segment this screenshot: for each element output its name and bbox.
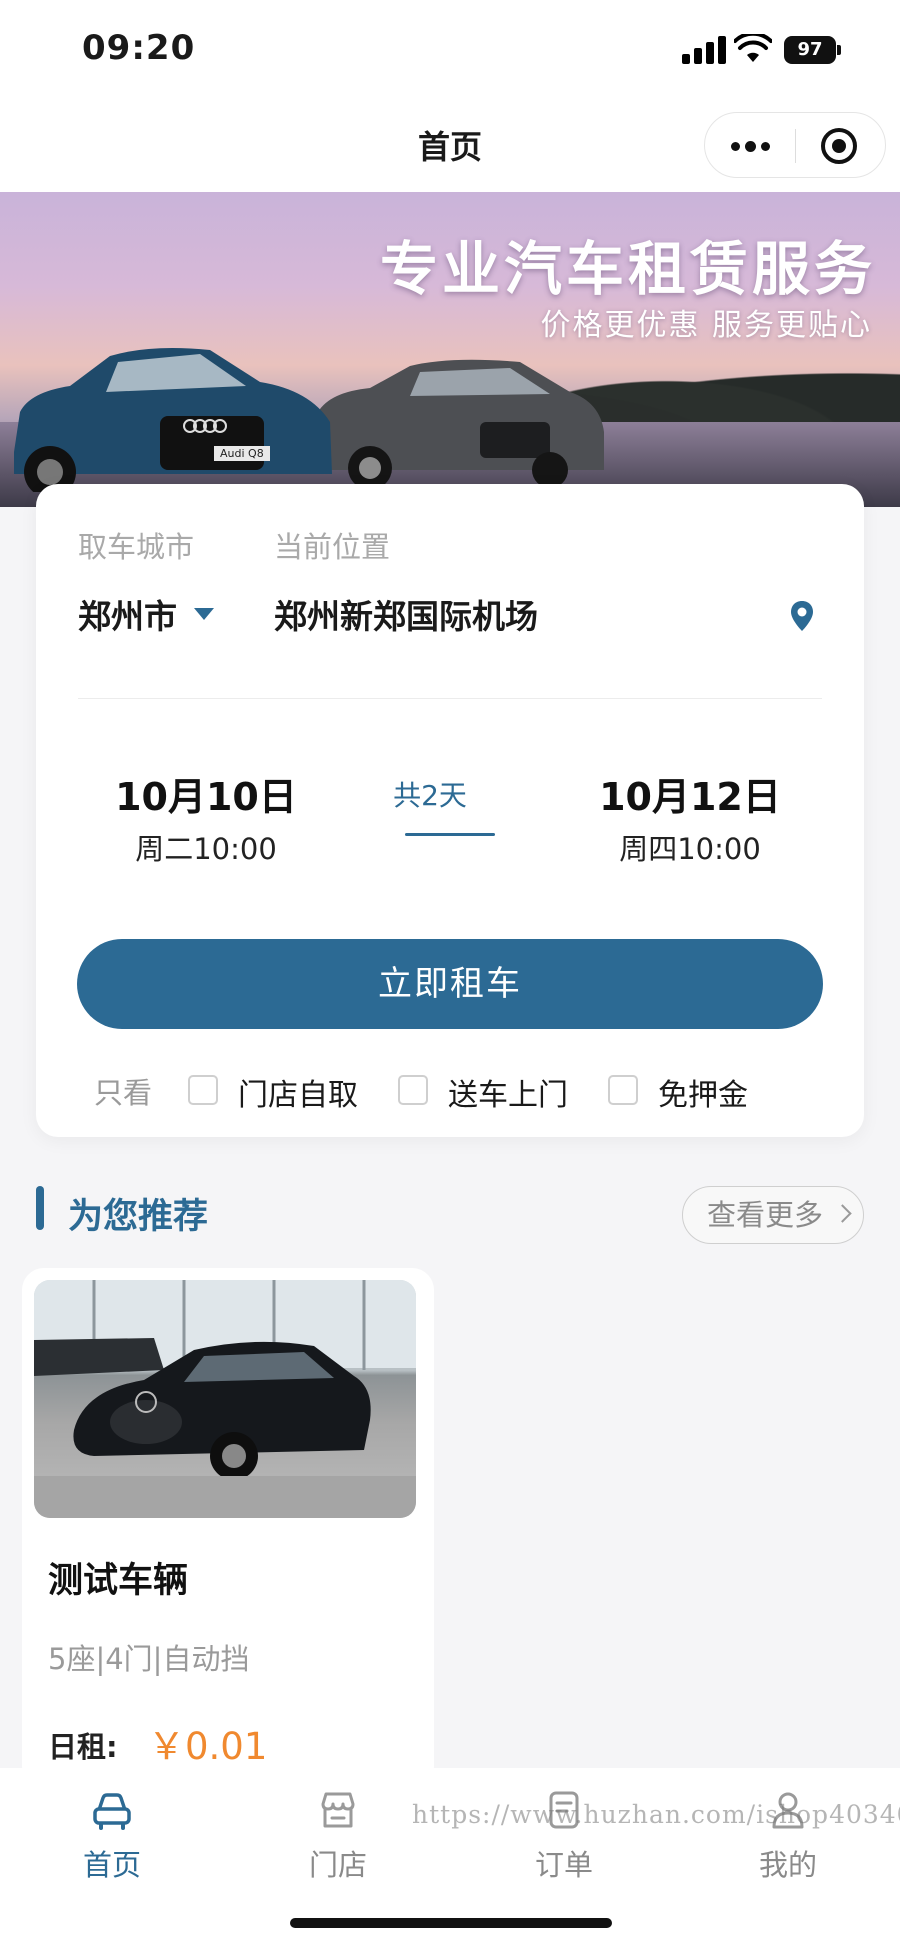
nav-bar: 首页: [0, 100, 900, 192]
car-name: 测试车辆: [48, 1561, 189, 1601]
more-icon[interactable]: [705, 113, 795, 179]
car-photo: [34, 1280, 416, 1518]
booking-card: 取车城市 当前位置 郑州市 郑州新郑国际机场 10月10日 周二10:00 共2…: [36, 484, 864, 1137]
capsule-divider: [795, 129, 796, 163]
banner-title: 专业汽车租赁服务: [379, 235, 876, 303]
watermark: https://www.huzhan.com/ishop40340: [412, 1800, 900, 1829]
status-bar: 09:20 97: [0, 0, 900, 100]
tab-home[interactable]: 首页: [32, 1790, 192, 1884]
blue-suv-image: [14, 348, 332, 492]
recommend-title: 为您推荐: [68, 1197, 209, 1237]
battery-level: 97: [784, 36, 836, 64]
tab-store-label: 门店: [308, 1848, 367, 1882]
duration-underline: [405, 833, 495, 836]
tab-store[interactable]: 门店: [258, 1790, 418, 1884]
gray-suv-image: [310, 359, 604, 490]
return-time[interactable]: 周四10:00: [580, 826, 800, 868]
tab-mine-label: 我的: [758, 1848, 817, 1882]
pickup-location[interactable]: 郑州新郑国际机场: [274, 590, 538, 638]
pickup-city-label: 取车城市: [78, 530, 195, 564]
car-icon: [93, 1793, 131, 1830]
caret-down-icon[interactable]: [194, 608, 214, 620]
section-accent-bar: [36, 1186, 44, 1230]
car-card[interactable]: 测试车辆 5座|4门|自动挡 日租: ￥0.01: [22, 1268, 434, 1788]
card-divider: [78, 698, 822, 699]
pickup-time[interactable]: 周二10:00: [96, 826, 316, 868]
battery-icon: 97: [784, 36, 841, 64]
pickup-city-select[interactable]: 郑州市: [78, 590, 177, 638]
filter-checkbox-store-pickup[interactable]: [188, 1075, 218, 1105]
wifi-icon: [734, 34, 772, 62]
filter-delivery-label[interactable]: 送车上门: [448, 1070, 568, 1114]
miniprogram-capsule: [704, 112, 886, 178]
return-date[interactable]: 10月12日: [580, 766, 800, 821]
filter-store-pickup-label[interactable]: 门店自取: [238, 1070, 358, 1114]
daily-rent-price: ￥0.01: [148, 1725, 268, 1768]
tab-orders-label: 订单: [534, 1848, 593, 1882]
view-more-button[interactable]: 查看更多: [682, 1186, 864, 1244]
filter-label: 只看: [94, 1076, 153, 1110]
car-license-plate: Audi Q8: [214, 446, 270, 461]
rental-duration: 共2天: [393, 779, 467, 812]
daily-rent-label: 日租:: [48, 1730, 118, 1764]
cellular-signal-icon: [682, 36, 726, 64]
status-time: 09:20: [82, 28, 196, 68]
close-miniprogram-icon[interactable]: [821, 128, 857, 164]
view-more-label: 查看更多: [707, 1198, 824, 1232]
banner-subtitle: 价格更优惠 服务更贴心: [540, 308, 872, 343]
filter-checkbox-delivery[interactable]: [398, 1075, 428, 1105]
rent-now-button[interactable]: 立即租车: [77, 939, 823, 1029]
location-pin-icon[interactable]: [789, 600, 815, 632]
filter-checkbox-no-deposit[interactable]: [608, 1075, 638, 1105]
tab-home-label: 首页: [82, 1848, 141, 1882]
chevron-right-icon: [833, 1204, 852, 1223]
car-photo-illustration: [34, 1280, 416, 1518]
current-location-label: 当前位置: [274, 530, 391, 564]
home-indicator[interactable]: [290, 1918, 612, 1928]
pickup-date[interactable]: 10月10日: [96, 766, 316, 821]
car-spec: 5座|4门|自动挡: [48, 1642, 250, 1676]
promo-banner[interactable]: 专业汽车租赁服务 价格更优惠 服务更贴心 Audi Q8: [0, 192, 900, 507]
store-icon: [321, 1792, 355, 1828]
filter-no-deposit-label[interactable]: 免押金: [658, 1070, 748, 1114]
